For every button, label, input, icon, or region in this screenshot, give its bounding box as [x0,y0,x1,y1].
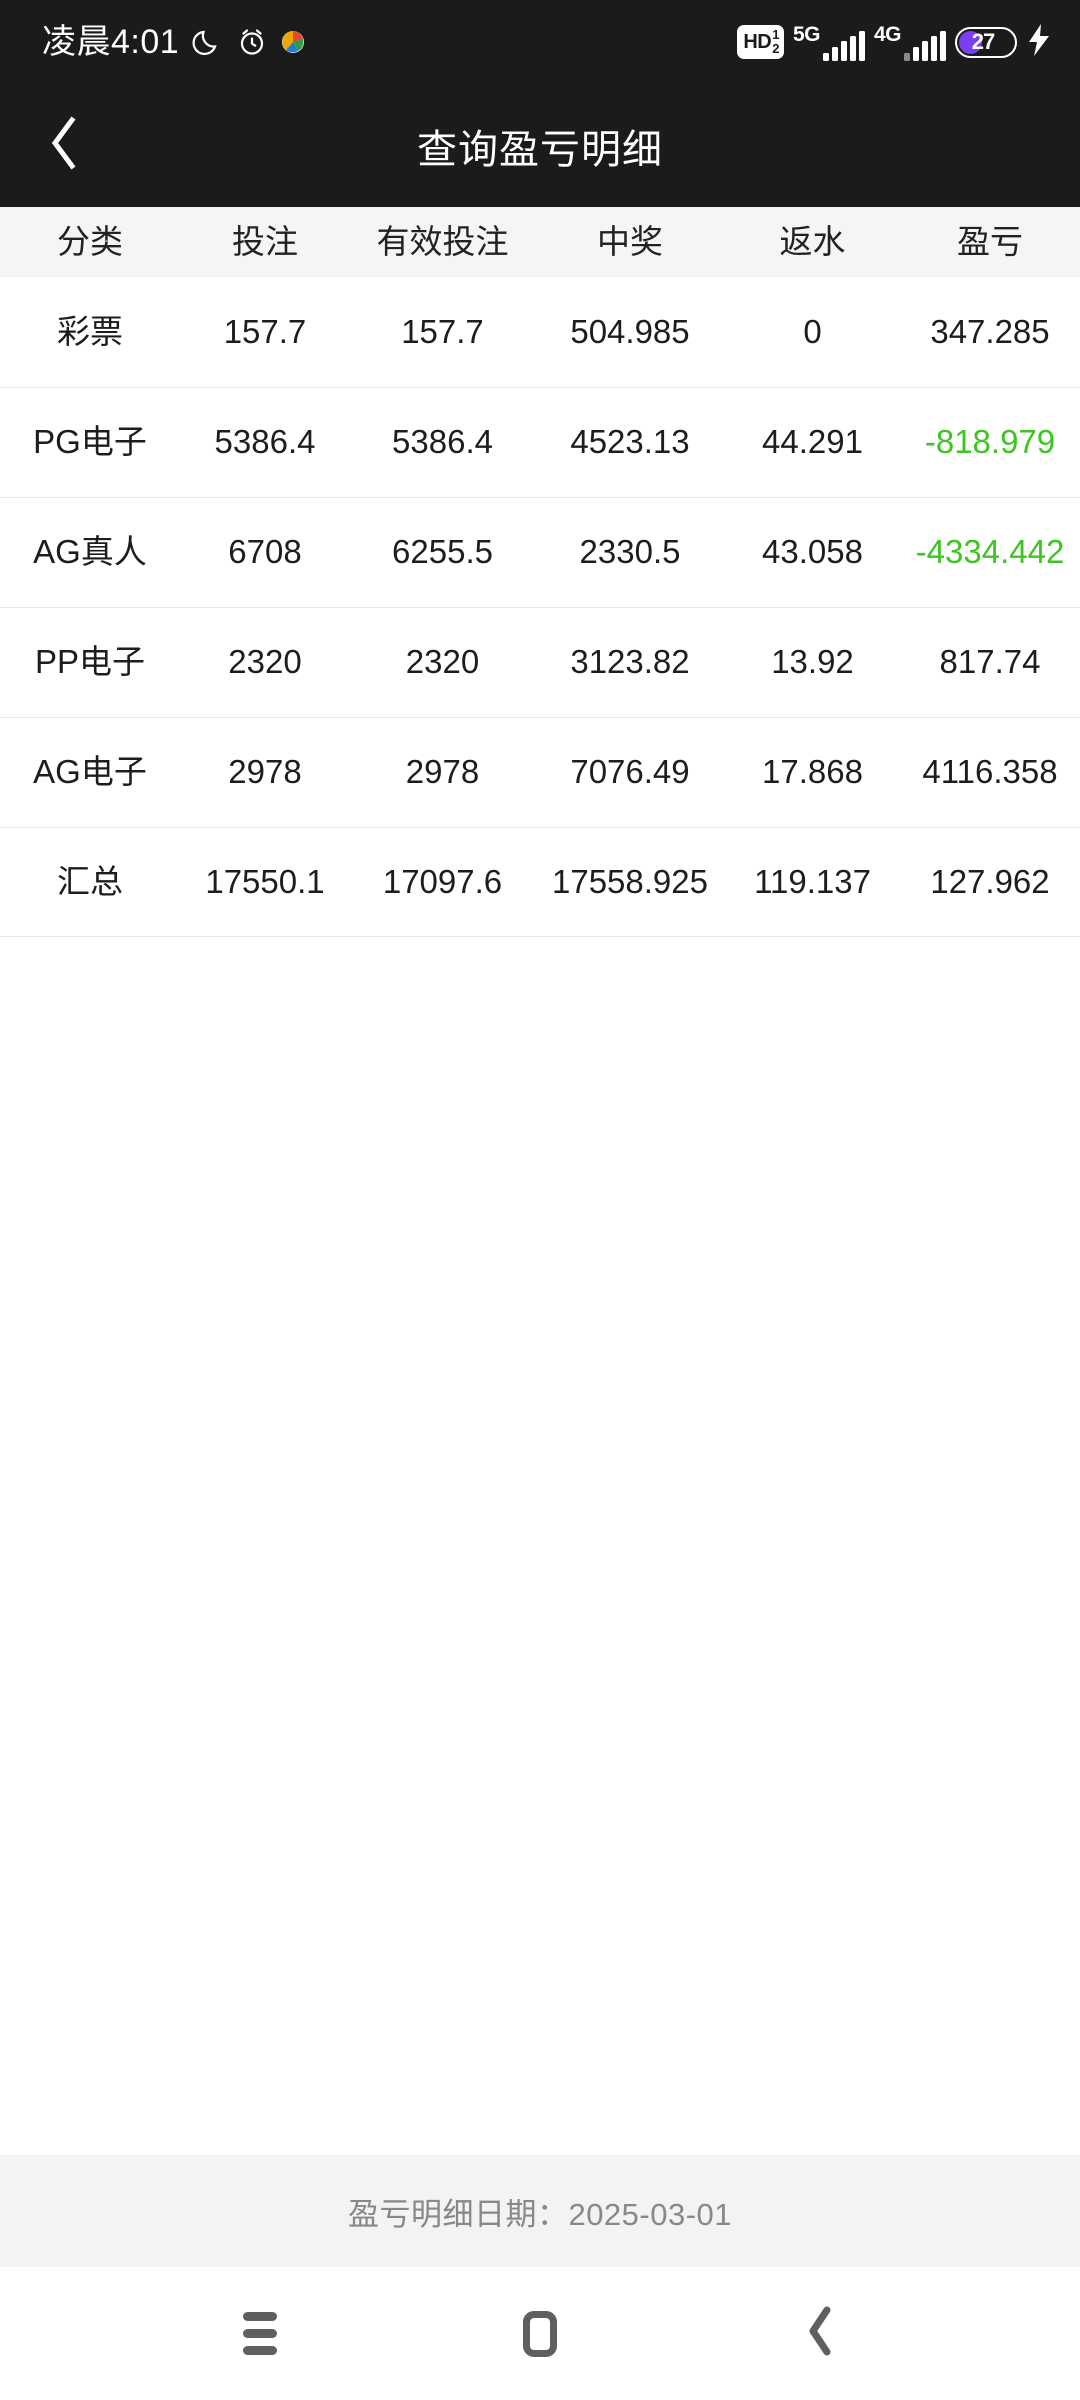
cell-category: AG电子 [33,753,147,791]
cell-valid-bet: 2320 [405,643,480,681]
column-header-category: 分类 [57,222,123,260]
table-header-row: 分类 投注 有效投注 中奖 返水 盈亏 [0,207,1080,277]
cell-win: 2330.5 [579,533,681,571]
hd-sim2-label: 2 [772,41,779,56]
cell-rebate: 43.058 [762,533,863,571]
column-header-win: 中奖 [597,222,663,260]
cell-rebate: 0 [803,312,822,350]
signal-bars-icon [822,30,865,61]
column-header-rebate: 返水 [779,222,846,260]
cell-rebate: 17.868 [762,753,863,791]
table-row-summary[interactable]: 汇总 17550.1 17097.6 17558.925 119.137 127… [0,827,1080,937]
cell-win: 4523.13 [570,423,690,461]
cell-category: AG真人 [33,533,147,571]
hd-voice-icon: HD 1 2 [737,25,784,59]
profit-loss-table: 分类 投注 有效投注 中奖 返水 盈亏 彩票 157.7 157.7 504.9… [0,207,1080,937]
cell-valid-bet: 6255.5 [392,533,493,571]
cell-bet: 17550.1 [205,862,325,900]
cell-valid-bet: 2978 [405,753,480,791]
cell-bet: 5386.4 [214,423,316,461]
cell-bet: 2978 [228,753,302,791]
color-app-icon [281,30,305,54]
table-row[interactable]: PG电子 5386.4 5386.4 4523.13 44.291 -818.9… [0,387,1080,497]
chevron-left-icon [802,2305,838,2362]
back-button[interactable] [28,110,100,182]
nav-home-button[interactable] [485,2279,595,2389]
table-row[interactable]: 彩票 157.7 157.7 504.985 0 347.285 [0,277,1080,387]
network-type-4g-label: 4G [873,22,902,46]
cell-bet: 157.7 [223,312,307,350]
recents-icon [243,2312,277,2355]
status-clock: 凌晨4:01 [42,23,180,61]
hd-sim1-label: 1 [772,27,779,43]
cell-profit: 4116.358 [922,753,1058,791]
crescent-moon-icon [191,26,223,58]
battery-percent-label: 27 [971,29,995,54]
footer-date-label: 盈亏明细日期：2025-03-01 [347,2196,733,2232]
table-row[interactable]: AG真人 6708 6255.5 2330.5 43.058 -4334.442 [0,497,1080,607]
chevron-left-icon [42,114,86,177]
signal-bars-secondary-icon [904,30,946,61]
cell-profit: -4334.442 [915,533,1065,571]
cell-bet: 2320 [228,643,302,681]
nav-back-button[interactable] [765,2279,875,2389]
cell-rebate: 44.291 [762,423,863,461]
cell-profit: 127.962 [930,862,1050,900]
status-bar-right: HD 1 2 5G 4G 27 [737,23,1052,62]
cell-win: 7076.49 [570,753,690,791]
cell-profit: 817.74 [939,643,1041,681]
cell-profit: -818.979 [924,423,1056,461]
column-header-valid-bet: 有效投注 [376,222,509,260]
cell-category: 汇总 [57,862,123,900]
cell-win: 17558.925 [552,862,708,900]
cell-rebate: 119.137 [754,862,871,900]
cell-valid-bet: 157.7 [401,312,484,350]
hd-label: HD [743,31,772,53]
column-header-profit: 盈亏 [957,222,1023,260]
cell-category: 彩票 [57,312,123,350]
table-row[interactable]: AG电子 2978 2978 7076.49 17.868 4116.358 [0,717,1080,827]
cell-rebate: 13.92 [771,643,854,681]
cell-win: 3123.82 [570,643,690,681]
status-bar-left: 凌晨4:01 [42,25,305,59]
app-title-bar: 查询盈亏明细 [0,84,1080,207]
page-title: 查询盈亏明细 [417,127,663,172]
cell-profit: 347.285 [930,312,1050,350]
nav-recents-button[interactable] [205,2279,315,2389]
cell-bet: 6708 [228,533,302,571]
table-row[interactable]: PP电子 2320 2320 3123.82 13.92 817.74 [0,607,1080,717]
cell-valid-bet: 17097.6 [382,862,503,900]
home-icon [523,2310,557,2357]
cell-valid-bet: 5386.4 [392,423,493,461]
footer-date-banner: 盈亏明细日期：2025-03-01 [0,2155,1080,2267]
network-type-5g-label: 5G [792,22,821,46]
status-bar: 凌晨4:01 HD 1 2 5G 4G 27 [0,0,1080,84]
column-header-bet: 投注 [232,222,298,260]
alarm-clock-icon [235,25,269,59]
cell-category: PP电子 [34,643,146,681]
battery-icon: 27 [955,26,1017,58]
cell-win: 504.985 [570,312,690,350]
system-navigation-bar [0,2267,1080,2400]
signal-5g-indicator: 5G [793,24,865,61]
lightning-bolt-icon [1026,23,1052,62]
signal-4g-indicator: 4G [874,24,946,61]
cell-category: PG电子 [33,423,147,461]
